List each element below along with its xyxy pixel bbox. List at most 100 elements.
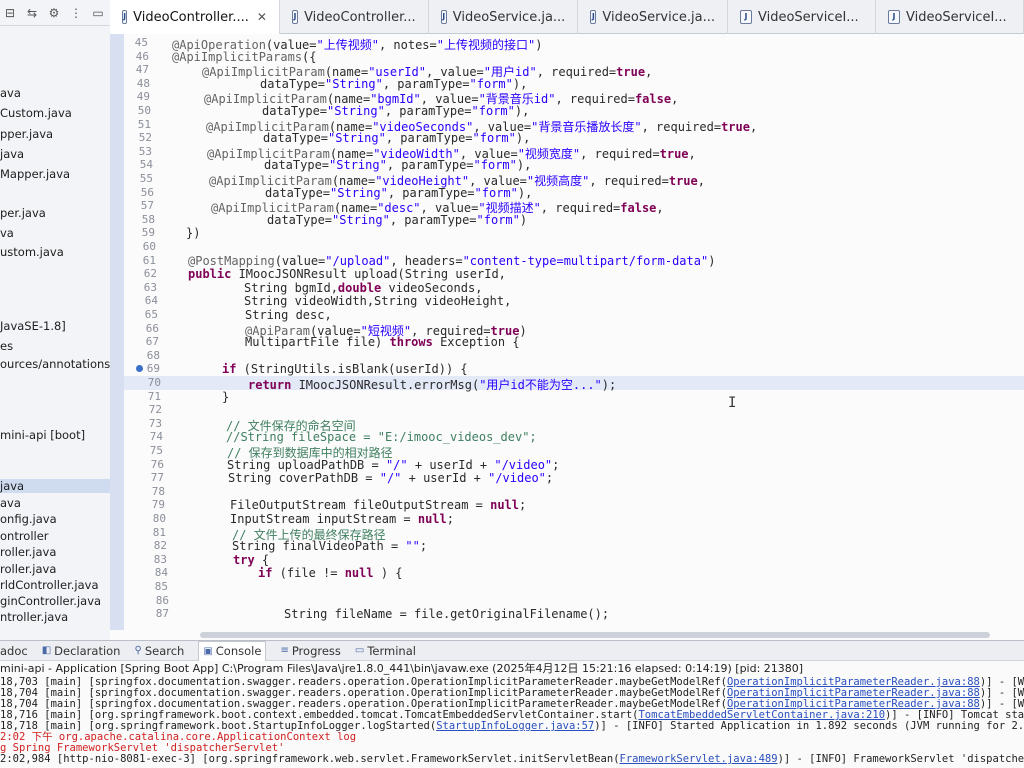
editor-tab[interactable]: J VideoService.ja...: [578, 0, 728, 34]
tree-item[interactable]: ava: [0, 86, 21, 100]
code-line[interactable]: 46 @ApiImplicitParams({: [124, 50, 1024, 64]
editor-tab[interactable]: J VideoService.ja...: [429, 0, 579, 34]
code-line[interactable]: 48 dataType="String", paramType="form"),: [124, 77, 1024, 91]
code-line[interactable]: 75// 保存到数据库中的相对路径: [124, 444, 1024, 460]
source-link[interactable]: StartupInfoLogger.java:57: [436, 720, 594, 732]
tree-item[interactable]: pper.java: [0, 127, 53, 141]
editor-tab[interactable]: J VideoController...: [280, 0, 429, 34]
java-file-icon: J: [590, 10, 597, 24]
code-line[interactable]: 77 String coverPathDB = "/" + userId + "/…: [124, 471, 1024, 485]
tree-item[interactable]: Custom.java: [0, 106, 72, 120]
code-text: String videoWidth,String videoHeight,: [244, 294, 512, 309]
code-line[interactable]: 53 @ApiImplicitParam(name="videoWidth", v…: [124, 145, 1024, 161]
tree-item[interactable]: onfig.java: [0, 512, 57, 526]
close-icon[interactable]: ✕: [257, 10, 267, 24]
code-line[interactable]: 76 String uploadPathDB = "/" + userId + "…: [124, 458, 1024, 472]
code-line[interactable]: 73// 文件保存的命名空间: [124, 417, 1024, 433]
line-number: 57: [140, 199, 154, 213]
code-line[interactable]: 74 //String fileSpace = "E:/imooc_videos_…: [124, 430, 1024, 444]
code-text: String bgmId,double videoSeconds,: [244, 280, 483, 295]
tree-item[interactable]: mini-api [boot]: [0, 428, 85, 442]
editor-horizontal-scrollbar[interactable]: [200, 632, 990, 638]
bottom-tab-declaration[interactable]: ◧ Declaration: [42, 644, 121, 658]
bottom-tab-console[interactable]: ▣ Console: [198, 641, 267, 661]
code-line[interactable]: 70 return IMoocJSONResult.errorMsg("用户id不…: [124, 376, 1024, 392]
source-link[interactable]: FrameworkServlet.java:489: [620, 753, 778, 765]
view-menu-icon[interactable]: ⋮: [68, 5, 84, 21]
line-number: 74: [149, 430, 163, 444]
tree-item[interactable]: JavaSE-1.8]: [0, 319, 66, 333]
tree-item[interactable]: Mapper.java: [0, 167, 70, 181]
code-line[interactable]: 72: [124, 403, 1024, 417]
code-line[interactable]: 80 InputStream inputStream = null;: [124, 512, 1024, 526]
tree-item[interactable]: roller.java: [0, 562, 56, 576]
tree-item[interactable]: rldController.java: [0, 578, 99, 592]
tree-item[interactable]: per.java: [0, 206, 46, 220]
code-line[interactable]: 54 dataType="String", paramType="form"),: [124, 158, 1024, 172]
filter-icon[interactable]: ⚙: [46, 5, 62, 21]
line-number: 78: [151, 484, 165, 498]
code-line[interactable]: 50 dataType="String", paramType="form"),: [124, 104, 1024, 118]
code-line[interactable]: 57 @ApiImplicitParam(name="desc", value="…: [124, 199, 1024, 215]
bottom-tab-terminal[interactable]: ▭ Terminal: [355, 644, 416, 658]
code-area[interactable]: 45 @ApiOperation(value="上传视频", notes="上传视…: [124, 34, 1024, 630]
code-text: String fileName = file.getOriginalFilena…: [284, 607, 610, 622]
minimize-icon[interactable]: ▭: [90, 5, 106, 21]
link-editor-icon[interactable]: ⇆: [24, 5, 40, 21]
code-line[interactable]: 45 @ApiOperation(value="上传视频", notes="上传视…: [124, 36, 1024, 52]
code-line[interactable]: 60: [124, 240, 1024, 254]
tree-item[interactable]: ava: [0, 496, 21, 510]
bottom-tab-adoc[interactable]: adoc: [0, 644, 28, 658]
tree-item[interactable]: ustom.java: [0, 245, 64, 259]
line-number: 71: [147, 389, 161, 403]
code-line[interactable]: 85: [124, 580, 1024, 594]
code-line[interactable]: 64 String videoWidth,String videoHeight,: [124, 294, 1024, 308]
code-line[interactable]: 65 String desc,: [124, 308, 1024, 322]
code-line[interactable]: 69 if (StringUtils.isBlank(userId)) {: [124, 362, 1024, 376]
tree-item[interactable]: ntroller.java: [0, 610, 68, 624]
bottom-tab-search[interactable]: ⚲ Search: [134, 644, 184, 658]
code-line[interactable]: 63 String bgmId,double videoSeconds,: [124, 281, 1024, 295]
code-line[interactable]: 51 @ApiImplicitParam(name="videoSeconds",…: [124, 118, 1024, 134]
tree-item[interactable]: es: [0, 339, 13, 353]
editor-tab[interactable]: J VideoServiceI...: [876, 0, 1024, 34]
code-line[interactable]: 83 try {: [124, 553, 1024, 567]
bottom-tab-progress[interactable]: ≡ Progress: [280, 644, 340, 658]
code-line[interactable]: 52 dataType="String", paramType="form"),: [124, 131, 1024, 145]
view-icon: ◧: [41, 645, 52, 656]
tree-item[interactable]: ources/annotations: [0, 357, 110, 371]
tree-item[interactable]: ginController.java: [0, 594, 101, 608]
tree-item[interactable]: va: [0, 226, 14, 240]
code-line[interactable]: 79 FileOutputStream fileOutputStream = nu…: [124, 498, 1024, 512]
tree-item[interactable]: java: [0, 147, 24, 161]
code-line[interactable]: 71}: [124, 390, 1024, 404]
bottom-tab-label: Search: [144, 643, 185, 658]
line-number: 81: [152, 525, 166, 539]
tree-item[interactable]: ontroller: [0, 529, 49, 543]
code-line[interactable]: 59}): [124, 226, 1024, 240]
code-line[interactable]: 87 String fileName = file.getOriginalFile…: [124, 607, 1024, 621]
code-line[interactable]: 86: [124, 594, 1024, 608]
line-number: 65: [144, 308, 158, 321]
code-line[interactable]: 84 if (file != null ) {: [124, 566, 1024, 580]
tree-item[interactable]: roller.java: [0, 545, 56, 559]
editor-tab[interactable]: J VideoServiceI...: [728, 0, 876, 34]
editor-tab[interactable]: J VideoController.... ✕: [110, 0, 280, 34]
code-line[interactable]: 67 MultipartFile file) throws Exception {: [124, 335, 1024, 349]
code-line[interactable]: 62 public IMoocJSONResult upload(String u…: [124, 267, 1024, 281]
code-line[interactable]: 47 @ApiImplicitParam(name="userId", value…: [124, 63, 1024, 79]
code-line[interactable]: 55 @ApiImplicitParam(name="videoHeight", …: [124, 172, 1024, 188]
code-line[interactable]: 58 dataType="String", paramType="form"): [124, 213, 1024, 227]
console-text: 2:02,984 [http-nio-8081-exec-3] [org.spr…: [0, 753, 620, 765]
code-line[interactable]: 56 dataType="String", paramType="form"),: [124, 186, 1024, 200]
code-line[interactable]: 68: [124, 349, 1024, 363]
line-number: 85: [154, 580, 168, 593]
code-line[interactable]: 82 String finalVideoPath = "";: [124, 539, 1024, 553]
line-number: 63: [143, 280, 157, 294]
code-line[interactable]: 81// 文件上传的最终保存路径: [124, 525, 1024, 542]
code-line[interactable]: 66 @ApiParam(value="短视频", required=true): [124, 322, 1024, 338]
collapse-all-icon[interactable]: ⊟: [2, 5, 18, 21]
code-line[interactable]: 61 @PostMapping(value="/upload", headers=…: [124, 254, 1024, 268]
code-line[interactable]: 49 @ApiImplicitParam(name="bgmId", value=…: [124, 90, 1024, 106]
code-line[interactable]: 78: [124, 485, 1024, 499]
